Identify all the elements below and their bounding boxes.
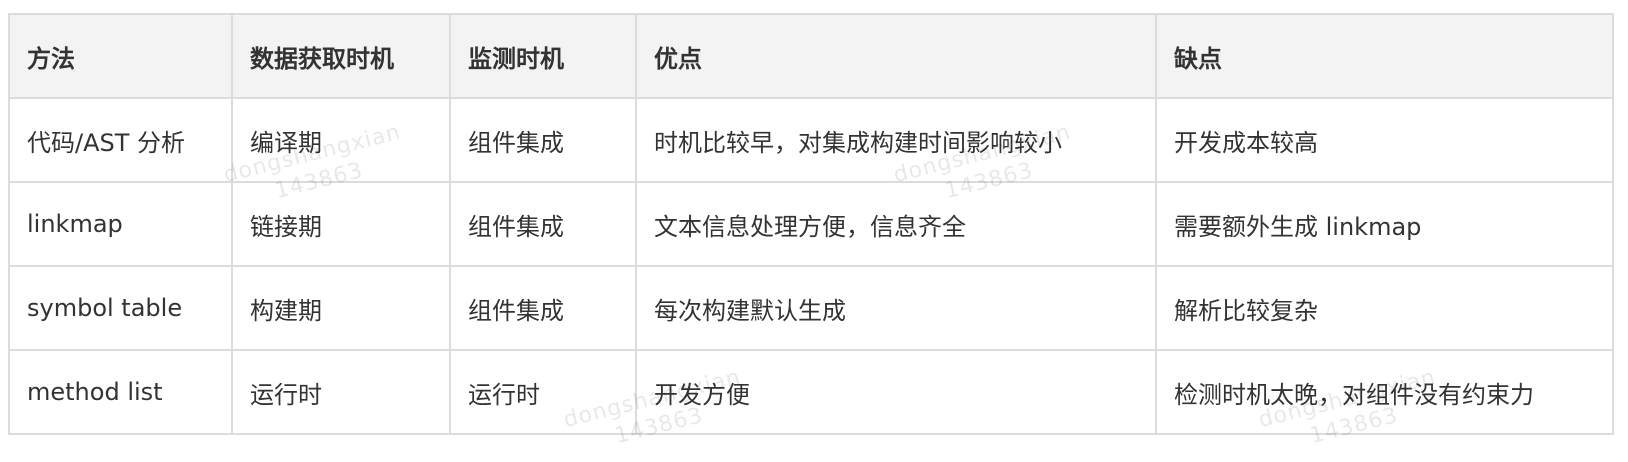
cell-data-timing: 运行时 — [231, 349, 451, 435]
cell-monitor-timing: 组件集成 — [449, 181, 637, 267]
cell-pros: 时机比较早，对集成构建时间影响较小 — [635, 97, 1157, 183]
table-header-row: 方法 数据获取时机 监测时机 优点 缺点 — [8, 13, 1614, 99]
cell-monitor-timing: 运行时 — [449, 349, 637, 435]
cell-data-timing: 链接期 — [231, 181, 451, 267]
header-method: 方法 — [8, 13, 233, 99]
header-data-timing: 数据获取时机 — [231, 13, 451, 99]
table-row: linkmap 链接期 组件集成 文本信息处理方便，信息齐全 需要额外生成 li… — [8, 181, 1614, 267]
cell-method: 代码/AST 分析 — [8, 97, 233, 183]
cell-cons: 需要额外生成 linkmap — [1155, 181, 1614, 267]
cell-pros: 开发方便 — [635, 349, 1157, 435]
cell-pros: 文本信息处理方便，信息齐全 — [635, 181, 1157, 267]
header-cons: 缺点 — [1155, 13, 1614, 99]
cell-monitor-timing: 组件集成 — [449, 97, 637, 183]
cell-method: method list — [8, 349, 233, 435]
cell-monitor-timing: 组件集成 — [449, 265, 637, 351]
cell-cons: 解析比较复杂 — [1155, 265, 1614, 351]
header-monitor-timing: 监测时机 — [449, 13, 637, 99]
cell-data-timing: 编译期 — [231, 97, 451, 183]
cell-pros: 每次构建默认生成 — [635, 265, 1157, 351]
cell-method: linkmap — [8, 181, 233, 267]
table-row: 代码/AST 分析 编译期 组件集成 时机比较早，对集成构建时间影响较小 开发成… — [8, 97, 1614, 183]
cell-cons: 开发成本较高 — [1155, 97, 1614, 183]
table-row: method list 运行时 运行时 开发方便 检测时机太晚，对组件没有约束力 — [8, 349, 1614, 435]
header-pros: 优点 — [635, 13, 1157, 99]
comparison-table: 方法 数据获取时机 监测时机 优点 缺点 代码/AST 分析 编译期 组件集成 … — [8, 13, 1614, 435]
cell-method: symbol table — [8, 265, 233, 351]
cell-cons: 检测时机太晚，对组件没有约束力 — [1155, 349, 1614, 435]
table-row: symbol table 构建期 组件集成 每次构建默认生成 解析比较复杂 — [8, 265, 1614, 351]
cell-data-timing: 构建期 — [231, 265, 451, 351]
